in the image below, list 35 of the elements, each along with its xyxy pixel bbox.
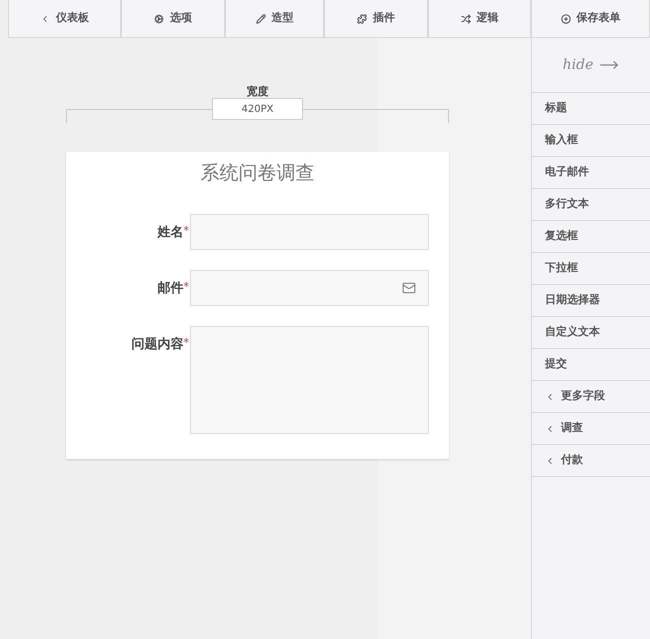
field-label: 问题内容 bbox=[132, 336, 184, 354]
mail-icon bbox=[402, 281, 416, 295]
required-mark: * bbox=[184, 335, 189, 351]
toolbar-tab[interactable]: 选项 bbox=[121, 0, 225, 38]
puzzle-icon bbox=[357, 14, 367, 24]
sidebar-item[interactable]: 提交 bbox=[532, 349, 650, 381]
field-label: 姓名 bbox=[158, 224, 184, 242]
form-title: 系统问卷调查 bbox=[200, 161, 314, 186]
sidebar-item[interactable]: 输入框 bbox=[532, 125, 650, 157]
email-field[interactable] bbox=[190, 270, 429, 306]
pencil-icon bbox=[256, 14, 266, 24]
sidebar-item[interactable]: 付款 bbox=[532, 445, 650, 477]
width-field[interactable]: 420PX bbox=[212, 98, 303, 120]
toolbar-tab[interactable]: 逻辑 bbox=[428, 0, 531, 38]
sidebar-item[interactable]: 日期选择器 bbox=[532, 285, 650, 317]
required-mark: * bbox=[184, 279, 189, 295]
plus-circle-icon bbox=[560, 14, 570, 24]
sidebar-item[interactable]: 下拉框 bbox=[532, 253, 650, 285]
toolbar-tab[interactable]: 插件 bbox=[324, 0, 428, 38]
width-label: 宽度 bbox=[246, 85, 268, 98]
sidebar-item[interactable]: 复选框 bbox=[532, 221, 650, 253]
sidebar-item[interactable]: 调查 bbox=[532, 413, 650, 445]
toolbar-tab[interactable]: 仪表板 bbox=[8, 0, 121, 38]
input-field[interactable] bbox=[190, 214, 429, 250]
sidebar-item[interactable]: 多行文本 bbox=[532, 189, 650, 221]
sidebar-item[interactable]: 标题 bbox=[532, 93, 650, 125]
textarea-field[interactable] bbox=[190, 326, 429, 434]
field-label: 邮件 bbox=[158, 280, 184, 298]
sidebar-item[interactable]: 自定义文本 bbox=[532, 317, 650, 349]
sidebar-item[interactable]: 更多字段 bbox=[532, 381, 650, 413]
shuffle-icon bbox=[460, 14, 470, 24]
toolbar-tab[interactable]: 保存表单 bbox=[531, 0, 650, 38]
toolbar-tab[interactable]: 造型 bbox=[225, 0, 324, 38]
required-mark: * bbox=[184, 223, 189, 239]
sidebar-item[interactable]: 电子邮件 bbox=[532, 157, 650, 189]
